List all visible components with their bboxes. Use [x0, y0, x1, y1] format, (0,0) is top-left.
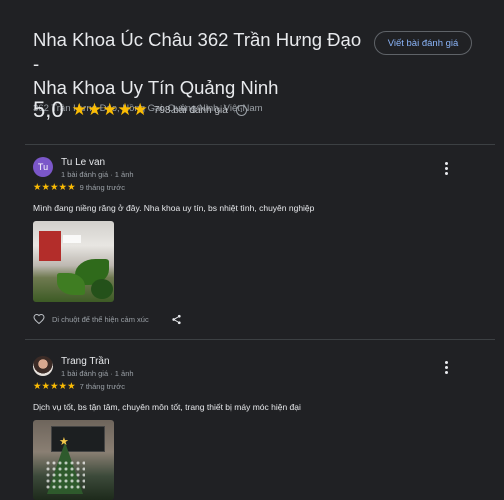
review-photo[interactable] [33, 221, 114, 302]
review-text: Mình đang niềng răng ở đây. Nha khoa uy … [33, 203, 315, 213]
avatar[interactable] [33, 356, 53, 376]
react-hint: Di chuột để thể hiện cảm xúc [52, 314, 149, 324]
more-vert-icon[interactable] [442, 359, 450, 376]
reviewer-meta: 1 bài đánh giá · 1 ảnh [61, 170, 134, 179]
rating-stars: ★★★★★ [71, 100, 148, 119]
rating-summary: 5,0 ★★★★★ 798 bài đánh giá i [33, 97, 247, 123]
review-time: 9 tháng trước [79, 183, 125, 192]
divider [25, 339, 495, 340]
reviewer-name[interactable]: Trang Trần [61, 356, 110, 367]
place-title-line1: Nha Khoa Úc Châu 362 Trần Hưng Đạo - [33, 29, 362, 74]
review-text: Dịch vụ tốt, bs tận tâm, chuyên môn tốt,… [33, 402, 301, 412]
review-count[interactable]: 798 bài đánh giá [154, 105, 228, 116]
more-vert-icon[interactable] [442, 160, 450, 177]
review-card: Trang Trần 1 bài đánh giá · 1 ảnh ★★★★★ … [33, 356, 478, 500]
info-icon[interactable]: i [235, 104, 247, 116]
heart-outline-icon[interactable] [33, 313, 45, 325]
review-rating: ★★★★★ 7 tháng trước [33, 381, 125, 392]
review-stars: ★★★★★ [33, 381, 76, 392]
review-photo[interactable]: ★ [33, 420, 114, 500]
reviewer-meta: 1 bài đánh giá · 1 ảnh [61, 369, 134, 378]
review-rating: ★★★★★ 9 tháng trước [33, 182, 125, 193]
share-icon[interactable] [171, 314, 182, 325]
review-actions: Di chuột để thể hiện cảm xúc [33, 313, 182, 325]
review-card: Tu Tu Le van 1 bài đánh giá · 1 ảnh ★★★★… [33, 157, 478, 332]
review-stars: ★★★★★ [33, 182, 76, 193]
reviewer-name[interactable]: Tu Le van [61, 157, 105, 168]
divider [25, 144, 495, 145]
avatar[interactable]: Tu [33, 157, 53, 177]
write-review-button[interactable]: Viết bài đánh giá [374, 31, 472, 55]
place-title: Nha Khoa Úc Châu 362 Trần Hưng Đạo - Nha… [33, 28, 363, 100]
review-time: 7 tháng trước [79, 382, 125, 391]
average-rating: 5,0 [33, 97, 64, 122]
